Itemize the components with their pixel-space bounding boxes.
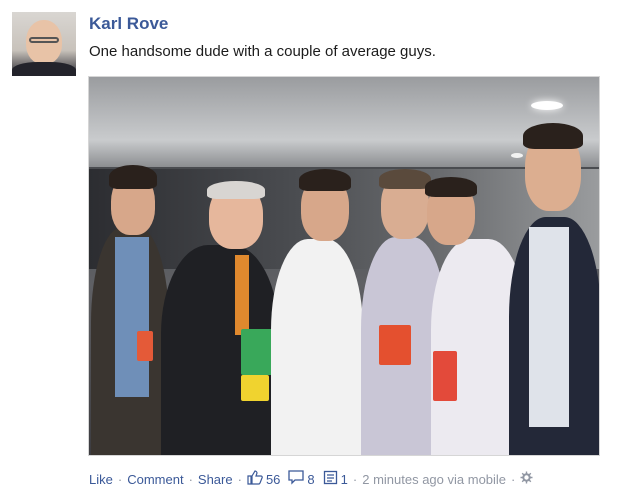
- share-link[interactable]: Share: [198, 472, 233, 487]
- separator: ·: [511, 471, 516, 487]
- avatar-suit: [12, 62, 76, 76]
- avatar-glasses: [29, 37, 59, 43]
- comment-bubble-icon[interactable]: [288, 470, 305, 488]
- photo-ceiling-light-small: [511, 153, 523, 158]
- author-name-link[interactable]: Karl Rove: [89, 14, 168, 34]
- post-timestamp[interactable]: 2 minutes ago via mobile: [362, 472, 506, 487]
- separator: ·: [352, 471, 358, 487]
- post-photo[interactable]: [88, 76, 600, 456]
- photo-ceiling-light: [531, 101, 563, 110]
- separator: ·: [237, 471, 242, 487]
- separator: ·: [117, 471, 123, 487]
- comments-count[interactable]: 8: [307, 472, 314, 487]
- post-message: One handsome dude with a couple of avera…: [89, 43, 436, 60]
- likes-count[interactable]: 56: [266, 472, 280, 487]
- separator: ·: [188, 471, 193, 487]
- share-document-icon[interactable]: [323, 470, 338, 488]
- comment-link[interactable]: Comment: [127, 472, 183, 487]
- author-avatar[interactable]: [12, 12, 76, 76]
- post-actions-bar: Like · Comment · Share · 56 8 1 · 2 minu…: [89, 470, 533, 488]
- thumbs-up-icon[interactable]: [247, 470, 263, 488]
- gear-icon[interactable]: [520, 471, 533, 487]
- photo-ceiling: [89, 77, 599, 167]
- shares-count[interactable]: 1: [341, 472, 348, 487]
- like-link[interactable]: Like: [89, 472, 113, 487]
